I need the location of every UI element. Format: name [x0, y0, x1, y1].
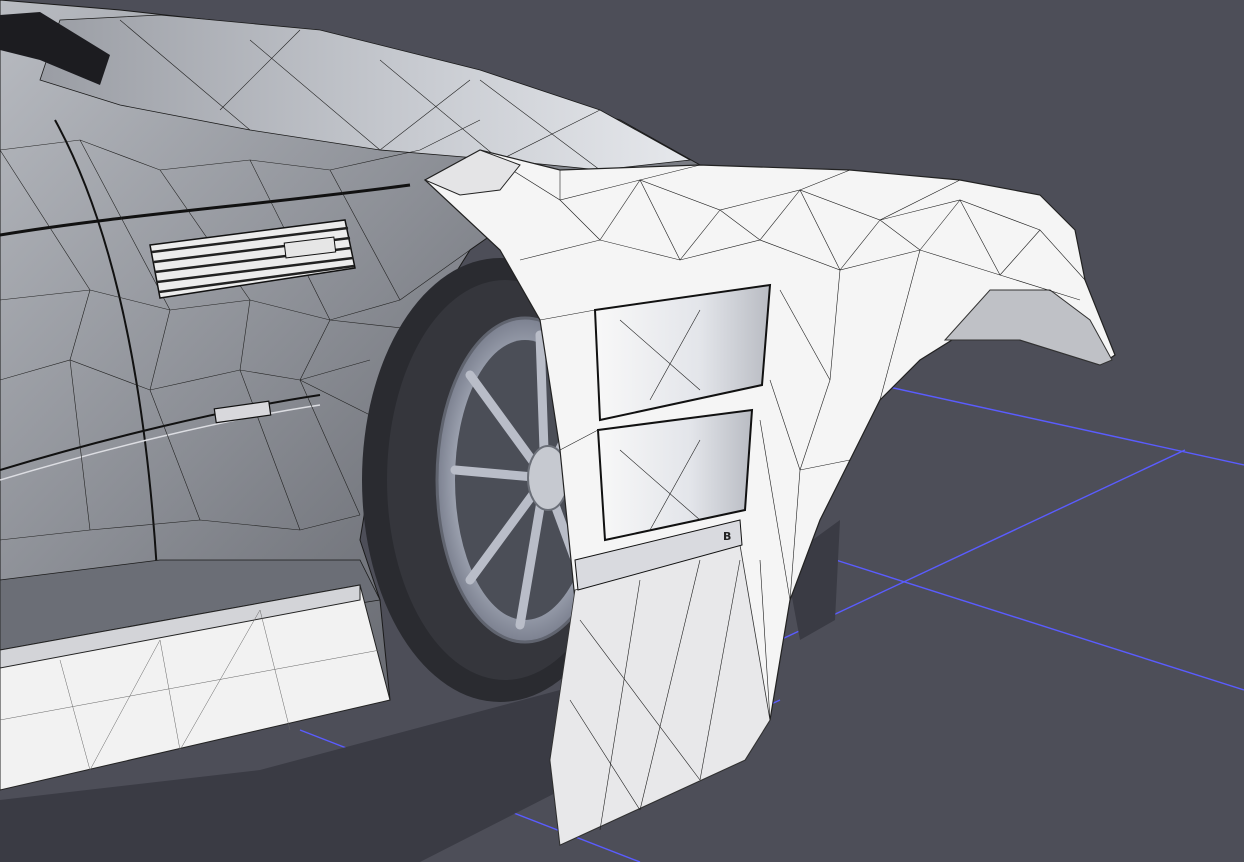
viewport-canvas[interactable]: B	[0, 0, 1244, 862]
marker-label: B	[723, 530, 731, 543]
3d-viewport[interactable]: B	[0, 0, 1244, 862]
